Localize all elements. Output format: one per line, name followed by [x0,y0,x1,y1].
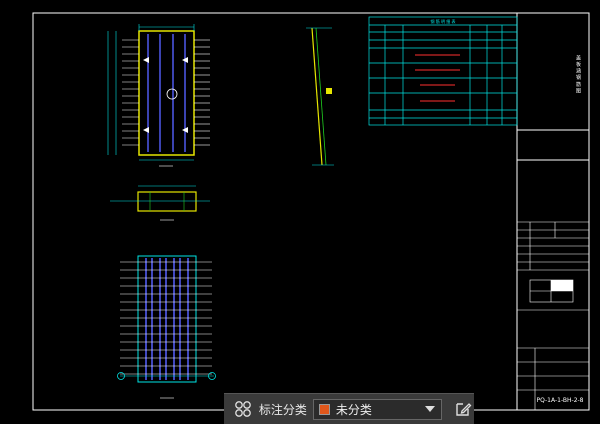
reinforcement-plan-bottom [117,255,216,399]
table-title: 钢 筋 明 细 表 [430,18,455,24]
cad-drawing-canvas[interactable]: 钢 筋 明 细 表 盖 板 涵 钢 筋 图 PQ-1A-1-BH-2-8 [0,0,600,424]
side-elevation [306,27,334,166]
annotation-toolbar: 标注分类 未分类 [224,393,474,424]
edit-icon[interactable] [452,398,474,420]
rebar-schedule-table [368,16,518,126]
title-block-fill [551,280,573,291]
category-color-swatch [318,403,330,415]
annotation-category-label: 标注分类 [258,402,307,417]
sheet-number: PQ-1A-1-BH-2-8 [537,397,584,404]
category-dropdown[interactable]: 未分类 [312,398,443,420]
title-block [517,221,589,410]
chevron-down-icon [425,406,436,412]
section-view-small [110,185,210,221]
drawing-frame [32,12,590,411]
grid-icon[interactable] [232,398,254,420]
vertical-drawing-title: 盖 板 涵 钢 筋 图 [575,54,581,94]
plan-view-top [107,24,210,167]
category-selected-value: 未分类 [335,402,372,417]
